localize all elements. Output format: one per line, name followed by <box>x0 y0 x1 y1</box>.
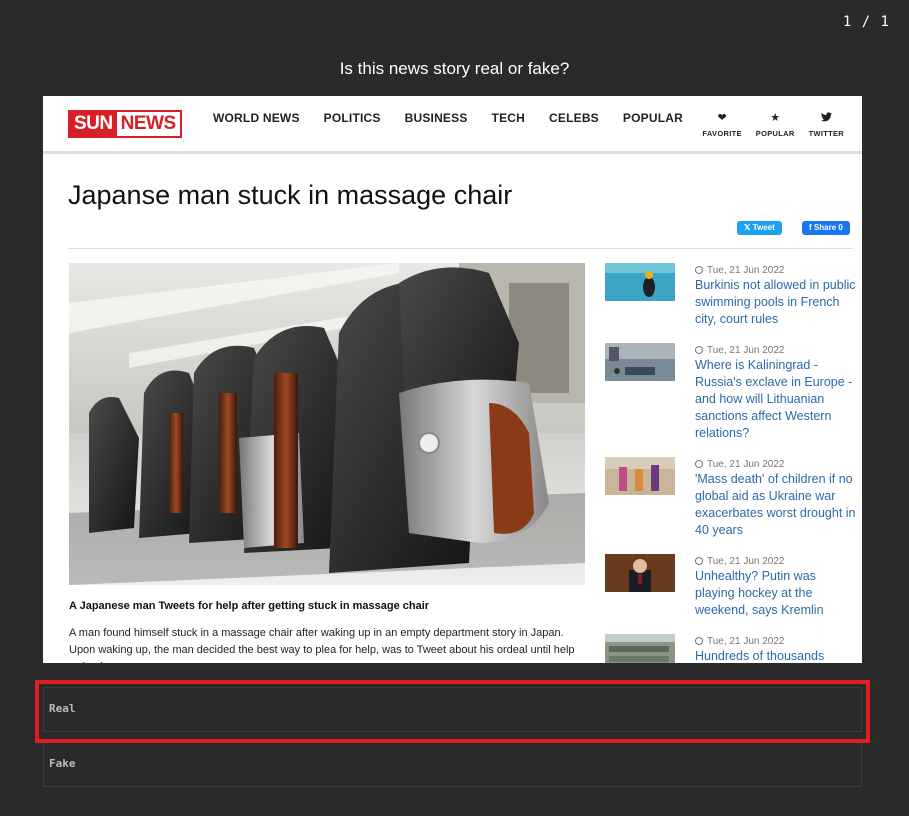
nav-item-business[interactable]: BUSINESS <box>405 111 468 125</box>
clock-icon <box>695 346 703 354</box>
tweet-label: Tweet <box>752 223 775 232</box>
story-title[interactable]: 'Mass death' of children if no global ai… <box>695 471 857 539</box>
article-photo <box>69 263 585 585</box>
twitter-icon: 𝕏 <box>744 223 751 232</box>
facebook-icon: f <box>809 223 812 232</box>
site-header: SUN NEWS WORLD NEWS POLITICS BUSINESS TE… <box>43 96 862 154</box>
massage-chairs-image <box>69 263 585 585</box>
news-article-screenshot: SUN NEWS WORLD NEWS POLITICS BUSINESS TE… <box>43 96 862 663</box>
story-date: Tue, 21 Jun 2022 <box>695 636 784 647</box>
heart-icon: ❤ <box>717 112 727 124</box>
tool-label: FAVORITE <box>702 129 742 138</box>
nav-item-politics[interactable]: POLITICS <box>324 111 381 125</box>
option-label: Fake <box>49 757 76 770</box>
share-label: Share 0 <box>813 223 843 232</box>
facebook-share-button[interactable]: f Share 0 <box>802 221 850 235</box>
twitter-icon <box>820 112 832 124</box>
article-headline: Japanse man stuck in massage chair <box>68 180 513 210</box>
logo-sun: SUN <box>70 112 117 136</box>
header-tools: ❤ FAVORITE ★ POPULAR TWITTER <box>702 112 844 138</box>
tool-popular[interactable]: ★ POPULAR <box>756 112 795 138</box>
page-counter: 1 / 1 <box>842 14 889 30</box>
story-thumbnail <box>605 554 675 592</box>
answer-option-real[interactable]: Real <box>43 687 862 732</box>
clock-icon <box>695 637 703 645</box>
main-nav: WORLD NEWS POLITICS BUSINESS TECH CELEBS… <box>213 111 707 125</box>
clock-icon <box>695 266 703 274</box>
article-body: A man found himself stuck in a massage c… <box>69 627 575 663</box>
story-thumbnail <box>605 457 675 495</box>
option-label: Real <box>49 702 76 715</box>
logo-news: NEWS <box>116 112 180 136</box>
nav-item-world-news[interactable]: WORLD NEWS <box>213 111 300 125</box>
question-prompt: Is this news story real or fake? <box>339 59 570 78</box>
answer-option-fake[interactable]: Fake <box>43 742 862 787</box>
nav-item-popular[interactable]: POPULAR <box>623 111 683 125</box>
story-title[interactable]: Unhealthy? Putin was playing hockey at t… <box>695 568 857 619</box>
clock-icon <box>695 557 703 565</box>
star-icon: ★ <box>770 112 781 124</box>
story-title[interactable]: Burkinis not allowed in public swimming … <box>695 277 857 328</box>
clock-icon <box>695 460 703 468</box>
tool-label: TWITTER <box>808 129 844 138</box>
story-date: Tue, 21 Jun 2022 <box>695 459 784 470</box>
story-date: Tue, 21 Jun 2022 <box>695 265 784 276</box>
header-divider <box>68 248 853 249</box>
nav-item-tech[interactable]: TECH <box>492 111 525 125</box>
tweet-button[interactable]: 𝕏 Tweet <box>737 221 782 235</box>
story-date: Tue, 21 Jun 2022 <box>695 556 784 567</box>
nav-item-celebs[interactable]: CELEBS <box>549 111 599 125</box>
tool-twitter[interactable]: TWITTER <box>809 112 844 138</box>
story-title[interactable]: Hundreds of thousands <box>695 648 857 663</box>
site-logo[interactable]: SUN NEWS <box>68 110 182 138</box>
tool-favorite[interactable]: ❤ FAVORITE <box>702 112 741 138</box>
story-thumbnail <box>605 343 675 381</box>
story-thumbnail <box>605 634 675 663</box>
story-thumbnail <box>605 263 675 301</box>
story-date: Tue, 21 Jun 2022 <box>695 345 784 356</box>
tool-label: POPULAR <box>755 129 795 138</box>
story-title[interactable]: Where is Kaliningrad - Russia's exclave … <box>695 357 857 442</box>
photo-caption: A Japanese man Tweets for help after get… <box>69 600 430 612</box>
